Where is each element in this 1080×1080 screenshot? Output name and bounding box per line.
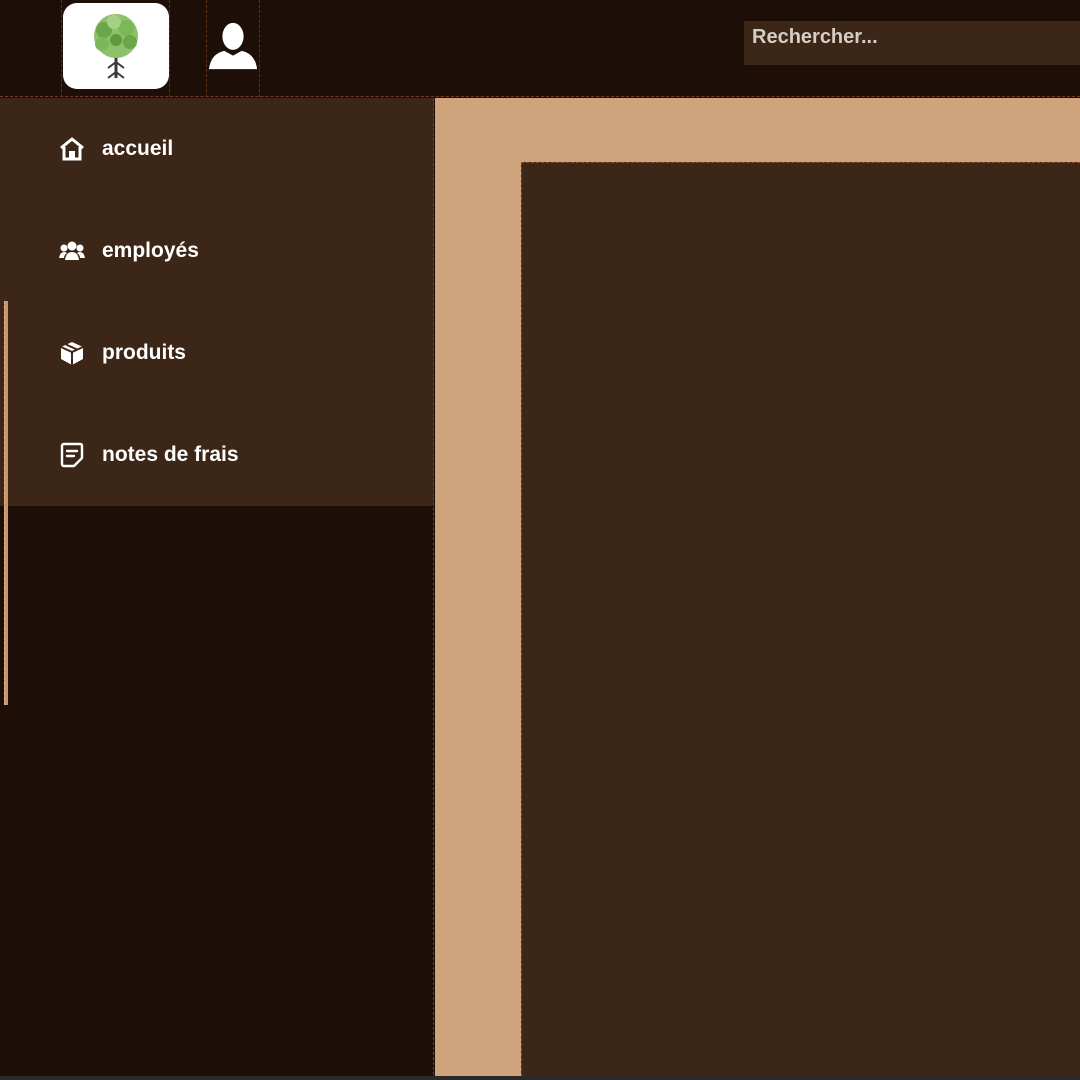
sidebar-item-employes[interactable]: employés	[0, 200, 434, 302]
top-bar	[0, 0, 1080, 97]
sidebar-menu: accueil employés produits notes de frais	[0, 98, 434, 506]
tree-logo-icon	[94, 14, 138, 79]
bottom-edge	[0, 1076, 1080, 1080]
sidebar-item-label: notes de frais	[102, 443, 239, 466]
package-icon	[58, 339, 86, 367]
sidebar-item-accueil[interactable]: accueil	[0, 98, 434, 200]
user-profile-button[interactable]	[206, 0, 260, 97]
sidebar: accueil employés produits notes de frais	[0, 98, 434, 1080]
sidebar-item-label: employés	[102, 239, 199, 262]
users-icon	[58, 237, 86, 265]
app-window: accueil employés	[0, 0, 1080, 1080]
logo-cell	[61, 0, 170, 97]
main-area	[435, 98, 1080, 1076]
logo[interactable]	[63, 3, 169, 89]
sidebar-item-label: accueil	[102, 137, 174, 160]
sidebar-item-label: produits	[102, 341, 186, 364]
sidebar-item-produits[interactable]: produits	[0, 302, 434, 404]
note-icon	[58, 441, 86, 469]
content-panel	[521, 162, 1080, 1076]
user-icon	[208, 22, 258, 70]
sidebar-item-notes-de-frais[interactable]: notes de frais	[0, 404, 434, 506]
search-input[interactable]	[744, 21, 1080, 65]
sidebar-scrollbar[interactable]	[4, 301, 8, 705]
home-icon	[58, 135, 86, 163]
